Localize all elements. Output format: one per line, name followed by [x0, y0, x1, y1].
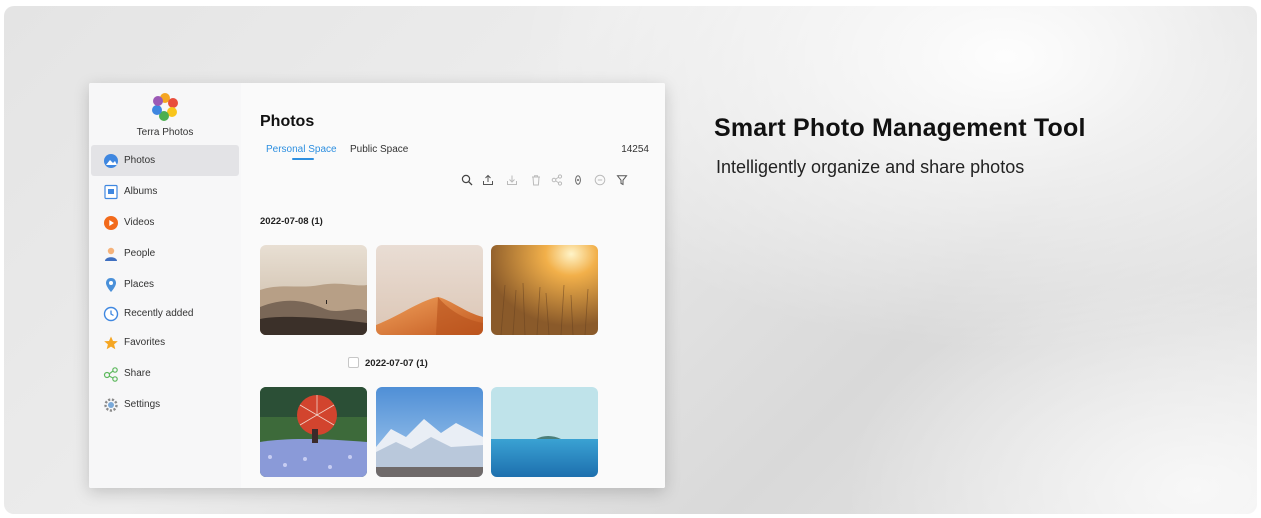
terra-photos-logo [152, 93, 178, 121]
sidebar-item-label: Share [124, 368, 151, 379]
photo-thumbnail[interactable] [491, 245, 598, 335]
sidebar-item-albums[interactable]: Albums [91, 176, 239, 207]
sidebar: Terra Photos Photos Albums Videos People… [89, 83, 241, 488]
date-group-header: 2022-07-07 (1) [365, 358, 428, 369]
app-window: Terra Photos Photos Albums Videos People… [89, 83, 665, 488]
filter-icon[interactable] [616, 173, 628, 186]
sidebar-item-label: Recently added [124, 308, 194, 319]
sidebar-item-label: Photos [124, 155, 156, 166]
group-select-checkbox[interactable] [348, 357, 359, 368]
photo-thumbnail[interactable] [376, 387, 483, 477]
settings-icon [103, 397, 119, 413]
sidebar-item-favorites[interactable]: Favorites [91, 327, 239, 358]
recently-added-icon [103, 306, 119, 322]
sidebar-item-recently-added[interactable]: Recently added [91, 300, 239, 327]
search-icon[interactable] [461, 173, 473, 186]
upload-icon[interactable] [482, 173, 494, 185]
sidebar-item-label: Albums [124, 186, 158, 197]
photo-thumbnail[interactable] [260, 387, 367, 477]
date-group-header: 2022-07-08 (1) [260, 216, 323, 227]
main-content: Photos Personal Space Public Space 14254 [241, 83, 665, 488]
photo-toolbar [461, 173, 651, 187]
sidebar-nav: Photos Albums Videos People Places Recen… [91, 145, 239, 420]
sidebar-item-share[interactable]: Share [91, 358, 239, 389]
albums-icon [103, 184, 119, 200]
places-icon [103, 277, 119, 293]
more-icon[interactable] [594, 173, 606, 186]
promo-headline: Smart Photo Management Tool [714, 114, 1086, 142]
sidebar-item-videos[interactable]: Videos [91, 207, 239, 238]
sidebar-item-label: People [124, 248, 156, 259]
sidebar-item-label: Places [124, 279, 155, 290]
download-icon[interactable] [506, 173, 518, 185]
people-icon [103, 246, 119, 262]
tab-personal-space[interactable]: Personal Space [266, 144, 337, 155]
photos-icon [103, 153, 119, 169]
photo-count: 14254 [621, 144, 649, 155]
sidebar-item-label: Settings [124, 399, 161, 410]
share-icon [103, 366, 119, 382]
sidebar-item-photos[interactable]: Photos [91, 145, 239, 176]
promo-banner: Terra Photos Photos Albums Videos People… [4, 6, 1257, 514]
share-icon[interactable] [551, 173, 563, 186]
sidebar-item-people[interactable]: People [91, 238, 239, 269]
active-tab-indicator [292, 158, 314, 160]
tab-public-space[interactable]: Public Space [350, 144, 408, 155]
promo-subline: Intelligently organize and share photos [716, 157, 1025, 177]
sidebar-item-settings[interactable]: Settings [91, 389, 239, 420]
photo-thumbnail[interactable] [491, 387, 598, 477]
delete-icon[interactable] [530, 173, 542, 186]
hide-icon[interactable] [572, 173, 584, 185]
photo-thumbnail[interactable] [376, 245, 483, 335]
page-title: Photos [260, 113, 315, 130]
sidebar-item-places[interactable]: Places [91, 269, 239, 300]
favorites-icon [103, 335, 119, 351]
videos-icon [103, 215, 119, 231]
app-name: Terra Photos [136, 127, 194, 138]
photo-thumbnail[interactable] [260, 245, 367, 335]
sidebar-item-label: Videos [124, 217, 155, 228]
sidebar-item-label: Favorites [124, 337, 166, 348]
